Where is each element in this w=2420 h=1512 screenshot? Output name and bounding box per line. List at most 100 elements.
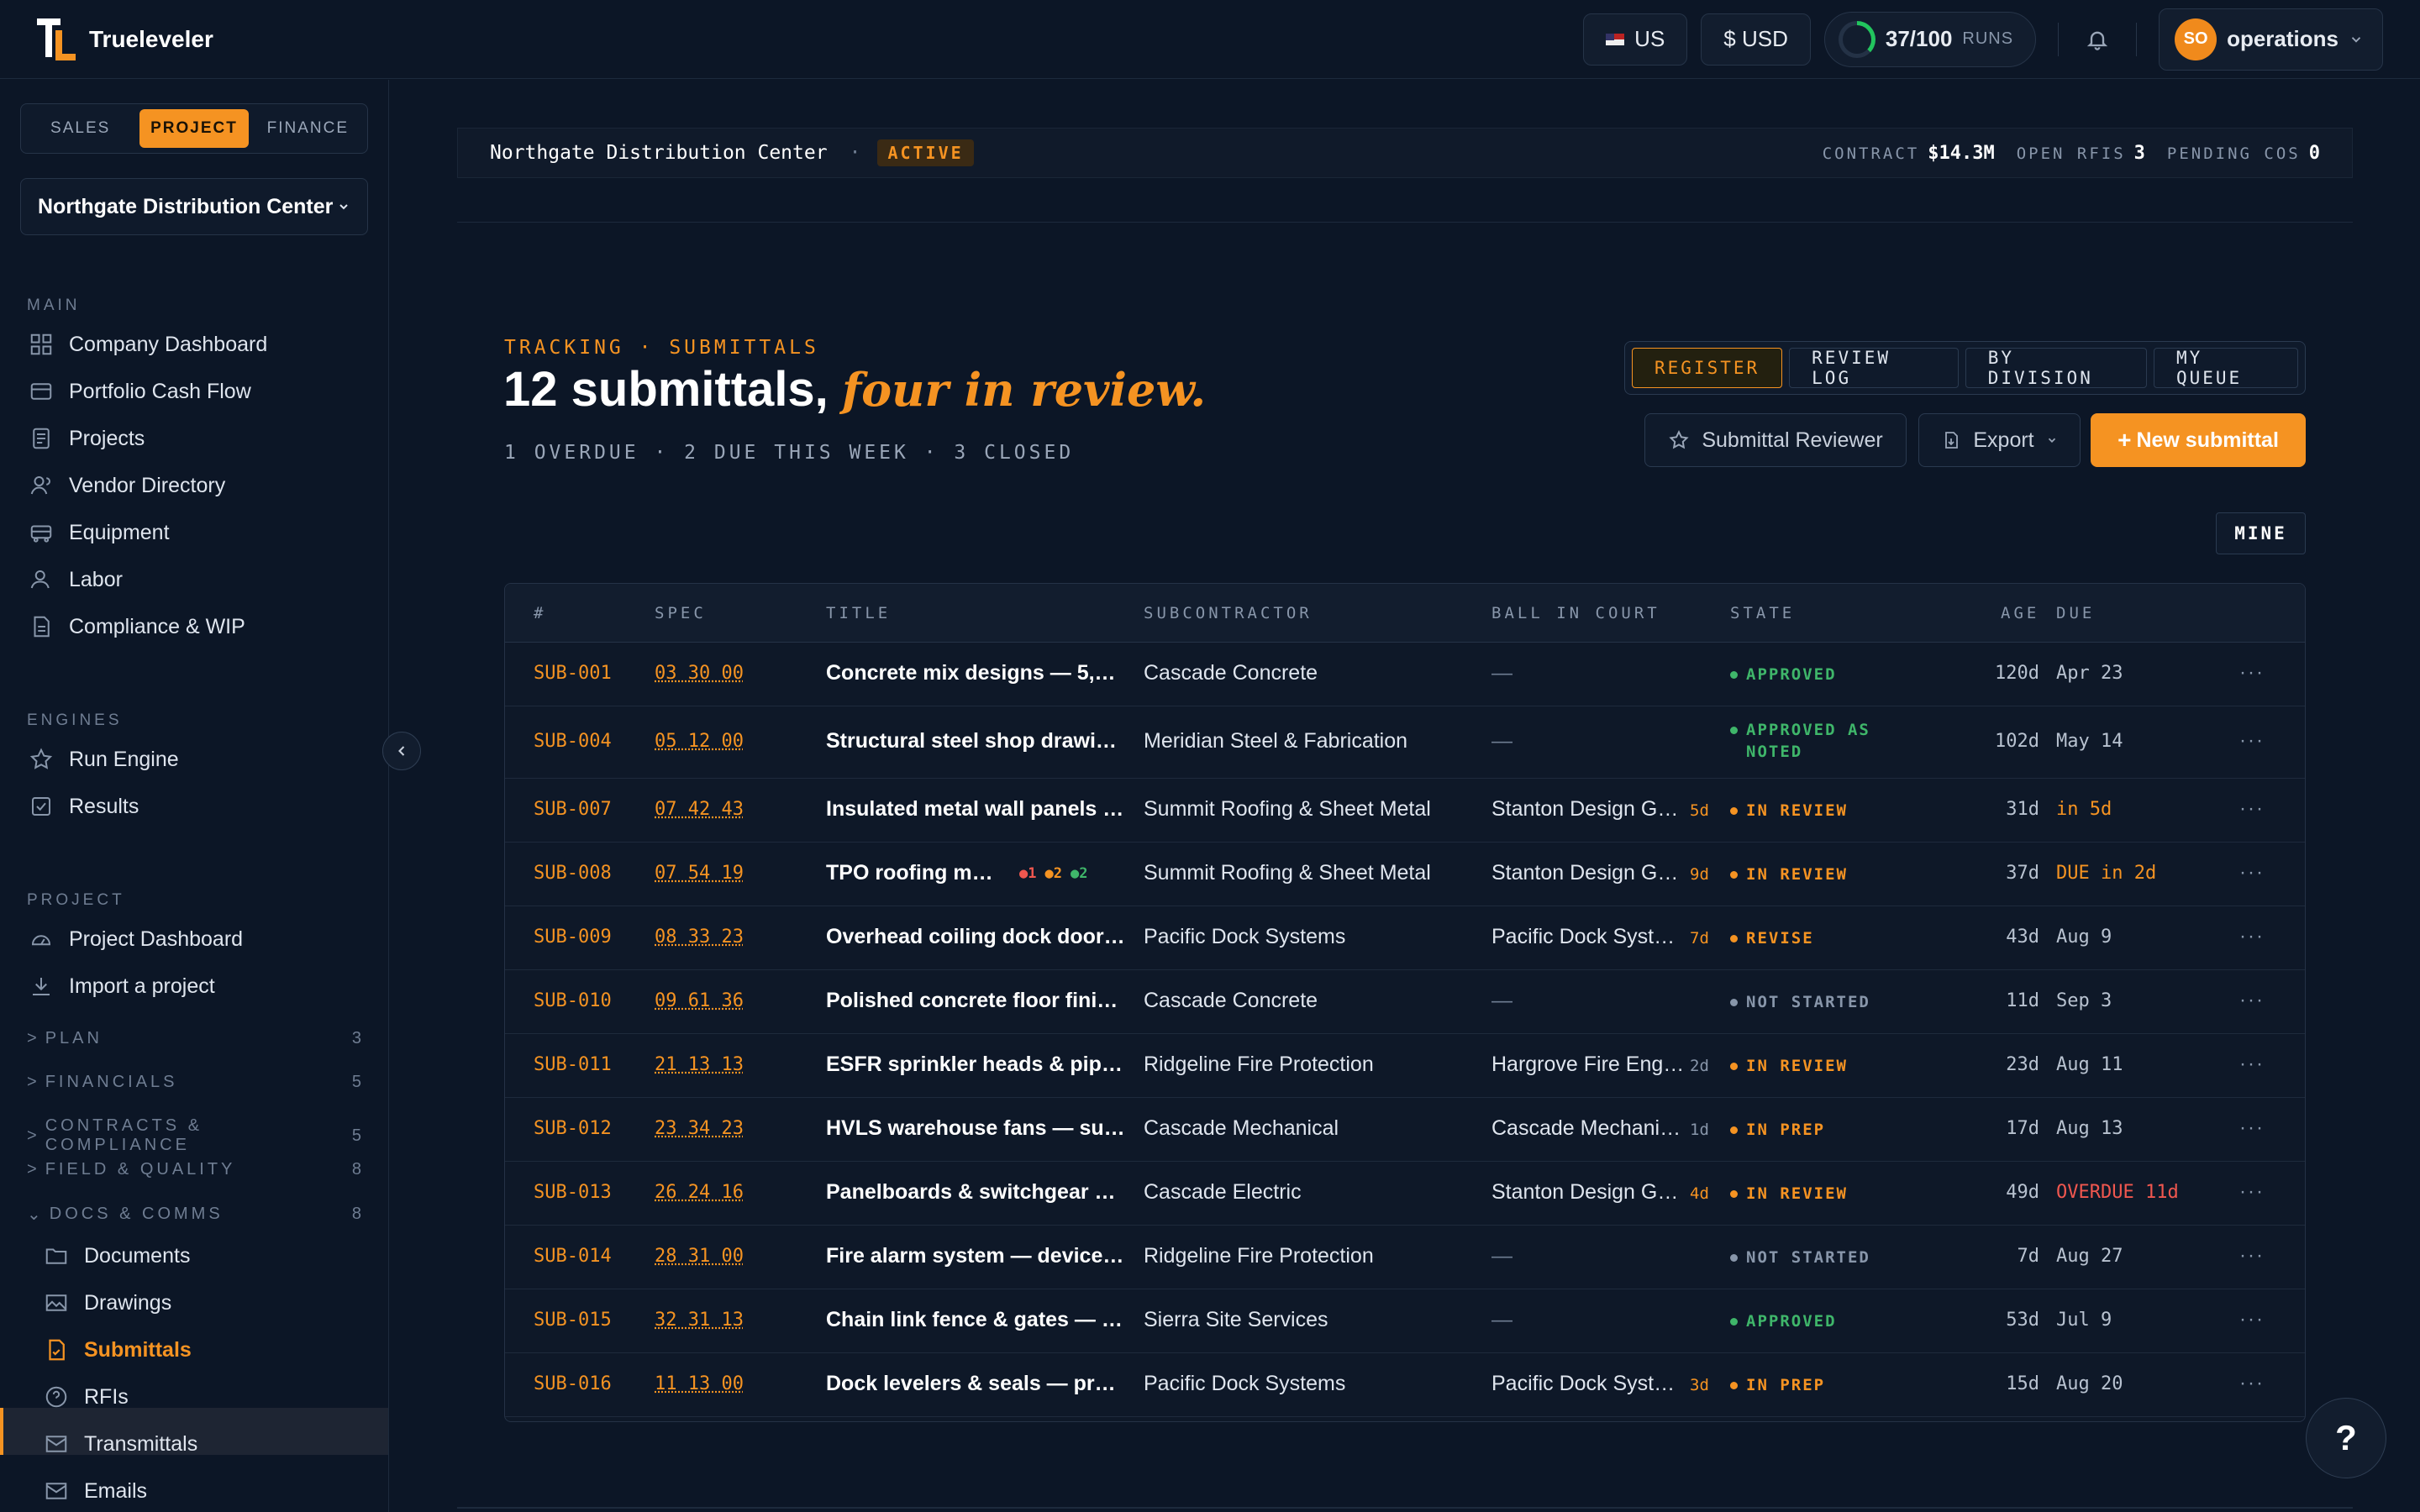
- table-row[interactable]: SUB-010 09 61 36 Polished concrete floor f…: [505, 970, 2305, 1034]
- tab-review-log[interactable]: REVIEW LOG: [1789, 348, 1959, 388]
- table-row[interactable]: SUB-008 07 54 19 TPO roofing me… ●1 ●2 ●2 …: [505, 843, 2305, 906]
- table-row[interactable]: SUB-007 07 42 43 Insulated metal wall pane…: [505, 779, 2305, 843]
- submittal-reviewer-button[interactable]: Submittal Reviewer: [1644, 413, 1907, 467]
- sidebar-item-transmittals[interactable]: Transmittals: [44, 1431, 197, 1457]
- table-row[interactable]: SUB-014 28 31 00 Fire alarm system — devic…: [505, 1226, 2305, 1289]
- submittal-id-link[interactable]: SUB-015: [534, 1310, 612, 1331]
- region-selector[interactable]: US: [1583, 13, 1688, 66]
- group-docs-comms[interactable]: ⌄ DOCS & COMMS 8: [27, 1204, 361, 1225]
- sidebar-item-rfis[interactable]: RFIs: [44, 1384, 129, 1410]
- row-more-icon[interactable]: ···: [2239, 1372, 2265, 1395]
- submittal-id-link[interactable]: SUB-014: [534, 1246, 612, 1267]
- column-header-state[interactable]: STATE: [1730, 604, 1795, 622]
- export-button[interactable]: Export: [1918, 413, 2081, 467]
- submittal-id-link[interactable]: SUB-010: [534, 990, 612, 1011]
- group-plan[interactable]: > PLAN 3: [27, 1029, 361, 1048]
- spec-section-link[interactable]: 05 12 00: [655, 731, 744, 752]
- spec-section-link[interactable]: 11 13 00: [655, 1373, 744, 1394]
- submittal-title[interactable]: Polished concrete floor finis…: [826, 989, 1125, 1013]
- sidebar-item-labor[interactable]: Labor: [29, 567, 123, 592]
- table-row[interactable]: SUB-004 05 12 00 Structural steel shop dra…: [505, 706, 2305, 779]
- submittal-title[interactable]: Insulated metal wall panels …: [826, 797, 1125, 822]
- sidebar-item-documents[interactable]: Documents: [44, 1243, 190, 1268]
- mode-sales[interactable]: SALES: [26, 109, 134, 148]
- new-submittal-button[interactable]: + New submittal: [2091, 413, 2306, 467]
- sidebar-item-compliance-wip[interactable]: Compliance & WIP: [29, 614, 245, 639]
- mine-filter-button[interactable]: MINE: [2216, 512, 2306, 554]
- row-more-icon[interactable]: ···: [2239, 1053, 2265, 1076]
- spec-section-link[interactable]: 28 31 00: [655, 1246, 744, 1267]
- collapse-sidebar-button[interactable]: [382, 732, 421, 770]
- tab-my-queue[interactable]: MY QUEUE: [2153, 348, 2298, 388]
- row-more-icon[interactable]: ···: [2239, 797, 2265, 821]
- submittal-title[interactable]: Structural steel shop drawin…: [826, 729, 1125, 753]
- sidebar-item-results[interactable]: Results: [29, 794, 139, 819]
- row-more-icon[interactable]: ···: [2239, 861, 2265, 885]
- table-row[interactable]: SUB-011 21 13 13 ESFR sprinkler heads & pi…: [505, 1034, 2305, 1098]
- group-contracts-compliance[interactable]: > CONTRACTS & COMPLIANCE 5: [27, 1116, 361, 1155]
- table-row[interactable]: SUB-015 32 31 13 Chain link fence & gates …: [505, 1289, 2305, 1353]
- table-row[interactable]: SUB-016 11 13 00 Dock levelers & seals — p…: [505, 1353, 2305, 1417]
- tab-by-division[interactable]: BY DIVISION: [1965, 348, 2147, 388]
- sidebar-item-portfolio-cash-flow[interactable]: Portfolio Cash Flow: [29, 379, 251, 404]
- table-row[interactable]: SUB-013 26 24 16 Panelboards & switchgear …: [505, 1162, 2305, 1226]
- sidebar-item-vendor-directory[interactable]: Vendor Directory: [29, 473, 225, 498]
- submittal-id-link[interactable]: SUB-013: [534, 1182, 612, 1203]
- group-financials[interactable]: > FINANCIALS 5: [27, 1073, 361, 1092]
- submittal-title[interactable]: TPO roofing me…: [826, 861, 994, 885]
- user-menu[interactable]: SO operations: [2159, 8, 2383, 71]
- submittal-id-link[interactable]: SUB-016: [534, 1373, 612, 1394]
- column-header-ball-in-court[interactable]: BALL IN COURT: [1491, 604, 1660, 622]
- spec-section-link[interactable]: 08 33 23: [655, 927, 744, 948]
- sidebar-item-equipment[interactable]: Equipment: [29, 520, 170, 545]
- row-more-icon[interactable]: ···: [2239, 661, 2265, 685]
- submittal-title[interactable]: Fire alarm system — device l…: [826, 1244, 1125, 1268]
- sidebar-item-emails[interactable]: Emails: [44, 1478, 147, 1504]
- sidebar-item-run-engine[interactable]: Run Engine: [29, 747, 179, 772]
- mode-project[interactable]: PROJECT: [139, 109, 249, 148]
- submittal-id-link[interactable]: SUB-011: [534, 1054, 612, 1075]
- sidebar-item-projects[interactable]: Projects: [29, 426, 145, 451]
- row-more-icon[interactable]: ···: [2239, 925, 2265, 948]
- spec-section-link[interactable]: 23 34 23: [655, 1118, 744, 1139]
- submittal-id-link[interactable]: SUB-012: [534, 1118, 612, 1139]
- submittal-title[interactable]: Overhead coiling dock doors…: [826, 925, 1125, 949]
- spec-section-link[interactable]: 07 54 19: [655, 863, 744, 884]
- spec-section-link[interactable]: 21 13 13: [655, 1054, 744, 1075]
- column-header-spec[interactable]: SPEC: [655, 604, 707, 622]
- column-header-title[interactable]: TITLE: [826, 604, 891, 622]
- table-row[interactable]: SUB-009 08 33 23 Overhead coiling dock doo…: [505, 906, 2305, 970]
- sidebar-item-project-dashboard[interactable]: Project Dashboard: [29, 927, 243, 952]
- submittal-title[interactable]: Dock levelers & seals — prod…: [826, 1372, 1125, 1396]
- table-row[interactable]: SUB-012 23 34 23 HVLS warehouse fans — sub…: [505, 1098, 2305, 1162]
- brand-logo[interactable]: Trueleveler: [37, 18, 213, 60]
- sidebar-item-drawings[interactable]: Drawings: [44, 1290, 171, 1315]
- submittal-id-link[interactable]: SUB-004: [534, 731, 612, 752]
- spec-section-link[interactable]: 03 30 00: [655, 663, 744, 684]
- project-selector[interactable]: Northgate Distribution Center: [20, 178, 368, 235]
- submittal-id-link[interactable]: SUB-008: [534, 863, 612, 884]
- row-more-icon[interactable]: ···: [2239, 1244, 2265, 1268]
- spec-section-link[interactable]: 32 31 13: [655, 1310, 744, 1331]
- sidebar-item-submittals[interactable]: Submittals: [44, 1337, 192, 1362]
- runs-indicator[interactable]: 37/100 RUNS: [1823, 11, 2037, 67]
- submittal-title[interactable]: HVLS warehouse fans — sub…: [826, 1116, 1125, 1141]
- help-button[interactable]: ?: [2306, 1398, 2386, 1478]
- submittal-title[interactable]: ESFR sprinkler heads & pipin…: [826, 1053, 1125, 1077]
- mode-finance[interactable]: FINANCE: [254, 109, 362, 148]
- tab-register[interactable]: REGISTER: [1632, 348, 1783, 388]
- submittal-title[interactable]: Concrete mix designs — 5,0…: [826, 661, 1125, 685]
- column-header-number[interactable]: #: [534, 604, 546, 622]
- currency-selector[interactable]: $ USD: [1701, 13, 1811, 66]
- column-header-age[interactable]: AGE: [2001, 604, 2039, 622]
- spec-section-link[interactable]: 07 42 43: [655, 799, 744, 820]
- submittal-id-link[interactable]: SUB-007: [534, 799, 612, 820]
- sidebar-item-import-project[interactable]: Import a project: [29, 974, 215, 999]
- sidebar-item-company-dashboard[interactable]: Company Dashboard: [29, 332, 267, 357]
- column-header-due[interactable]: DUE: [2056, 604, 2095, 622]
- submittal-title[interactable]: Chain link fence & gates — p…: [826, 1308, 1125, 1332]
- column-header-subcontractor[interactable]: SUBCONTRACTOR: [1144, 604, 1313, 622]
- row-more-icon[interactable]: ···: [2239, 989, 2265, 1012]
- row-more-icon[interactable]: ···: [2239, 729, 2265, 753]
- submittal-id-link[interactable]: SUB-009: [534, 927, 612, 948]
